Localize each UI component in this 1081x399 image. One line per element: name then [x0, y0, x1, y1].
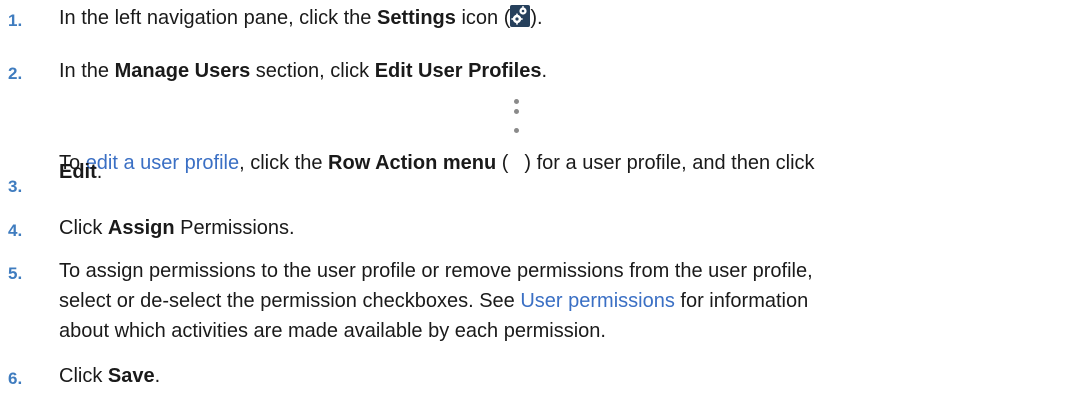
step-text-part: Click	[59, 217, 108, 239]
step-number: 4.	[8, 221, 23, 240]
edit-label: Edit	[59, 161, 97, 183]
step-text: In the Manage Users section, click Edit …	[59, 56, 1074, 86]
step-text: To assign permissions to the user profil…	[59, 256, 1074, 346]
step-text-part: Permissions.	[174, 217, 295, 239]
step-text-part: .	[541, 60, 547, 82]
step-line: To edit a user profile, click the Row Ac…	[59, 97, 1074, 174]
kebab-menu-icon	[508, 97, 524, 141]
step-line: select or de-select the permission check…	[59, 286, 1074, 316]
step-number: 5.	[8, 264, 23, 283]
step-text-part: icon (	[455, 7, 511, 29]
step-text-part: To assign permissions to the user profil…	[59, 260, 813, 282]
step-text-part: , click the	[239, 152, 329, 174]
settings-label: Settings	[376, 7, 456, 29]
row-action-menu-label: Row Action menu	[328, 152, 497, 174]
step-text: Click Save.	[59, 361, 1074, 391]
edit-user-profiles-label: Edit User Profiles	[374, 60, 542, 82]
step-text-part: .	[96, 161, 103, 183]
step-text-part: section, click	[250, 60, 375, 82]
step-text-part: select or de-select the permission check…	[59, 290, 521, 312]
settings-gear-icon	[510, 5, 531, 27]
step-text-part: In the	[59, 60, 115, 82]
step-line: about which activities are made availabl…	[59, 316, 1074, 346]
step-text: To edit a user profile, click the Row Ac…	[59, 97, 1074, 183]
assign-label: Assign	[107, 217, 175, 239]
step-number: 6.	[8, 369, 23, 388]
step-number: 1.	[8, 11, 23, 30]
step-line: Edit.	[59, 157, 102, 187]
step-number: 3.	[8, 177, 23, 196]
step-text-part: for information	[674, 290, 809, 312]
save-label: Save	[107, 365, 155, 387]
step-text-part: (	[496, 152, 509, 174]
edit-user-profile-link[interactable]: edit a user profile	[86, 152, 239, 174]
step-text-part: In the left navigation pane, click the	[59, 7, 377, 29]
step-number: 2.	[8, 64, 23, 83]
step-text: In the left navigation pane, click the S…	[59, 3, 1074, 33]
step-text-part: ) for a user profile, and then click	[524, 152, 815, 174]
step-line: To assign permissions to the user profil…	[59, 256, 1074, 286]
step-text: Click Assign Permissions.	[59, 213, 1074, 243]
step-text-part: .	[154, 365, 161, 387]
manage-users-label: Manage Users	[114, 60, 251, 82]
user-permissions-link[interactable]: User permissions	[520, 290, 674, 312]
step-text-part: about which activities are made availabl…	[59, 320, 606, 342]
step-text-part: ).	[530, 7, 543, 29]
step-text-part: Click	[59, 365, 108, 387]
